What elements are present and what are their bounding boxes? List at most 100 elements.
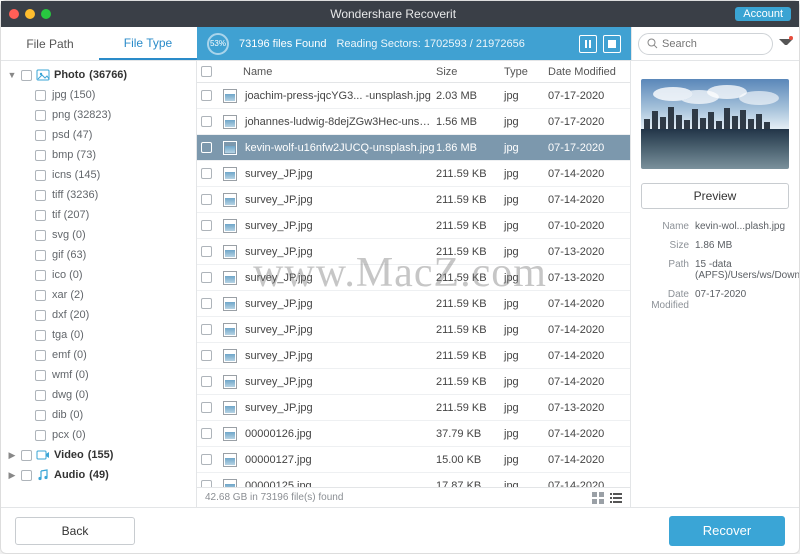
item-checkbox[interactable] — [35, 370, 46, 381]
file-row[interactable]: survey_JP.jpg211.59 KBjpg07-14-2020 — [197, 317, 630, 343]
file-row[interactable]: johannes-ludwig-8dejZGw3Hec-unsplash.jpg… — [197, 109, 630, 135]
pause-scan-button[interactable] — [579, 35, 597, 53]
item-checkbox[interactable] — [35, 90, 46, 101]
sidebar-item-dib[interactable]: dib (0) — [1, 405, 196, 425]
item-checkbox[interactable] — [35, 410, 46, 421]
minimize-window-button[interactable] — [25, 9, 35, 19]
item-checkbox[interactable] — [35, 430, 46, 441]
category-checkbox[interactable] — [21, 470, 32, 481]
search-input[interactable] — [662, 38, 764, 50]
sidebar-item-jpg[interactable]: jpg (150) — [1, 85, 196, 105]
row-checkbox[interactable] — [201, 194, 212, 205]
file-row[interactable]: survey_JP.jpg211.59 KBjpg07-14-2020 — [197, 291, 630, 317]
row-checkbox[interactable] — [201, 116, 212, 127]
preview-button[interactable]: Preview — [641, 183, 789, 209]
item-checkbox[interactable] — [35, 350, 46, 361]
row-checkbox[interactable] — [201, 142, 212, 153]
file-row[interactable]: survey_JP.jpg211.59 KBjpg07-14-2020 — [197, 369, 630, 395]
row-checkbox[interactable] — [201, 350, 212, 361]
file-row[interactable]: survey_JP.jpg211.59 KBjpg07-13-2020 — [197, 395, 630, 421]
item-checkbox[interactable] — [35, 250, 46, 261]
account-button[interactable]: Account — [735, 7, 791, 21]
file-row[interactable]: survey_JP.jpg211.59 KBjpg07-14-2020 — [197, 161, 630, 187]
row-checkbox[interactable] — [201, 454, 212, 465]
sidebar-category-photo[interactable]: ▼Photo (36766) — [1, 65, 196, 85]
sidebar-item-dwg[interactable]: dwg (0) — [1, 385, 196, 405]
item-checkbox[interactable] — [35, 330, 46, 341]
sidebar-item-wmf[interactable]: wmf (0) — [1, 365, 196, 385]
chevron-right-icon[interactable]: ▶ — [7, 450, 17, 461]
back-button[interactable]: Back — [15, 517, 135, 545]
sidebar-item-psd[interactable]: psd (47) — [1, 125, 196, 145]
sidebar-item-png[interactable]: png (32823) — [1, 105, 196, 125]
tab-file-type[interactable]: File Type — [99, 27, 197, 60]
view-list-icon[interactable] — [610, 492, 622, 504]
file-row[interactable]: survey_JP.jpg211.59 KBjpg07-13-2020 — [197, 239, 630, 265]
item-checkbox[interactable] — [35, 290, 46, 301]
tab-file-path[interactable]: File Path — [1, 27, 99, 60]
file-row[interactable]: survey_JP.jpg211.59 KBjpg07-14-2020 — [197, 343, 630, 369]
sidebar-item-tga[interactable]: tga (0) — [1, 325, 196, 345]
row-checkbox[interactable] — [201, 298, 212, 309]
sidebar-item-dxf[interactable]: dxf (20) — [1, 305, 196, 325]
search-input-wrapper[interactable] — [638, 33, 773, 55]
file-row[interactable]: kevin-wolf-u16nfw2JUCQ-unsplash.jpg1.86 … — [197, 135, 630, 161]
sidebar-item-svg[interactable]: svg (0) — [1, 225, 196, 245]
sidebar-item-tiff[interactable]: tiff (3236) — [1, 185, 196, 205]
file-row[interactable]: survey_JP.jpg211.59 KBjpg07-14-2020 — [197, 187, 630, 213]
row-checkbox[interactable] — [201, 376, 212, 387]
file-row[interactable]: joachim-press-jqcYG3... -unsplash.jpg2.0… — [197, 83, 630, 109]
image-file-icon — [223, 323, 237, 337]
column-size[interactable]: Size — [436, 66, 504, 78]
chevron-down-icon[interactable]: ▼ — [7, 70, 17, 80]
item-checkbox[interactable] — [35, 170, 46, 181]
sidebar-item-emf[interactable]: emf (0) — [1, 345, 196, 365]
row-checkbox[interactable] — [201, 90, 212, 101]
file-row[interactable]: 00000126.jpg37.79 KBjpg07-14-2020 — [197, 421, 630, 447]
row-checkbox[interactable] — [201, 272, 212, 283]
sidebar-item-pcx[interactable]: pcx (0) — [1, 425, 196, 445]
stop-scan-button[interactable] — [603, 35, 621, 53]
filter-button[interactable] — [777, 36, 793, 52]
item-checkbox[interactable] — [35, 310, 46, 321]
image-file-icon — [223, 297, 237, 311]
item-checkbox[interactable] — [35, 190, 46, 201]
sidebar-item-gif[interactable]: gif (63) — [1, 245, 196, 265]
row-checkbox[interactable] — [201, 402, 212, 413]
select-all-checkbox[interactable] — [201, 66, 212, 77]
sidebar-item-tif[interactable]: tif (207) — [1, 205, 196, 225]
sidebar-item-icns[interactable]: icns (145) — [1, 165, 196, 185]
column-type[interactable]: Type — [504, 66, 548, 78]
row-checkbox[interactable] — [201, 168, 212, 179]
sidebar-item-bmp[interactable]: bmp (73) — [1, 145, 196, 165]
column-name[interactable]: Name — [241, 66, 436, 78]
file-row[interactable]: survey_JP.jpg211.59 KBjpg07-10-2020 — [197, 213, 630, 239]
category-checkbox[interactable] — [21, 70, 32, 81]
file-row[interactable]: 00000125.jpg17.87 KBjpg07-14-2020 — [197, 473, 630, 487]
item-checkbox[interactable] — [35, 230, 46, 241]
column-date[interactable]: Date Modified — [548, 66, 630, 78]
close-window-button[interactable] — [9, 9, 19, 19]
row-checkbox[interactable] — [201, 480, 212, 487]
item-checkbox[interactable] — [35, 390, 46, 401]
view-grid-icon[interactable] — [592, 492, 604, 504]
item-checkbox[interactable] — [35, 110, 46, 121]
row-checkbox[interactable] — [201, 246, 212, 257]
zoom-window-button[interactable] — [41, 9, 51, 19]
item-checkbox[interactable] — [35, 270, 46, 281]
item-checkbox[interactable] — [35, 130, 46, 141]
category-checkbox[interactable] — [21, 450, 32, 461]
row-checkbox[interactable] — [201, 324, 212, 335]
item-checkbox[interactable] — [35, 210, 46, 221]
row-checkbox[interactable] — [201, 220, 212, 231]
file-row[interactable]: 00000127.jpg15.00 KBjpg07-14-2020 — [197, 447, 630, 473]
chevron-right-icon[interactable]: ▶ — [7, 470, 17, 481]
file-row[interactable]: survey_JP.jpg211.59 KBjpg07-13-2020 — [197, 265, 630, 291]
item-checkbox[interactable] — [35, 150, 46, 161]
recover-button[interactable]: Recover — [669, 516, 785, 546]
sidebar-item-ico[interactable]: ico (0) — [1, 265, 196, 285]
sidebar-category-video[interactable]: ▶Video (155) — [1, 445, 196, 465]
row-checkbox[interactable] — [201, 428, 212, 439]
sidebar-category-audio[interactable]: ▶Audio (49) — [1, 465, 196, 485]
sidebar-item-xar[interactable]: xar (2) — [1, 285, 196, 305]
